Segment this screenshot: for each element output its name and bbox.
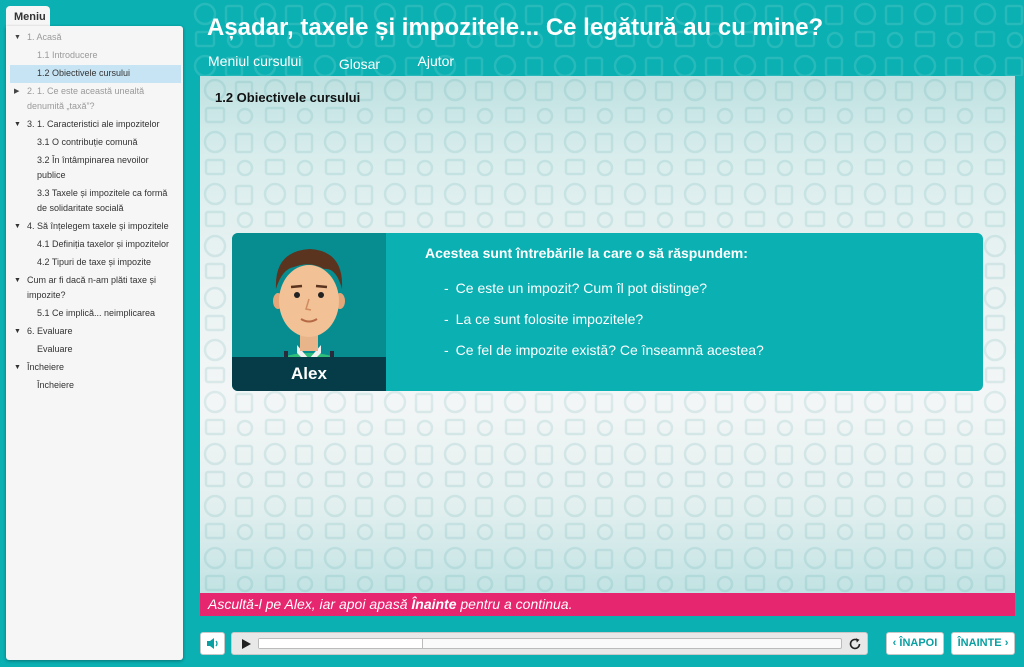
menu-label: 3. 1. Caracteristici ale impozitelor [27, 119, 160, 129]
menu-label: 5.1 Ce implică... neimplicarea [37, 308, 156, 318]
menu-label: 3.2 În întâmpinarea nevoilor publice [37, 155, 149, 180]
menu-label: 2. 1. Ce este această unealtă denumită „… [27, 86, 145, 111]
question-text: Ce fel de impozite există? Ce înseamnă a… [455, 342, 764, 358]
menu-label: Încheiere [27, 362, 65, 372]
caret-right-icon[interactable]: ▶ [14, 84, 19, 99]
menu-item[interactable]: 3.3 Taxele și impozitele ca formă de sol… [6, 185, 183, 218]
menu-tab[interactable]: Meniu [6, 6, 50, 27]
next-label: ÎNAINTE [957, 637, 1002, 649]
menu-section[interactable]: ▼ 6. Evaluare [6, 323, 183, 341]
menu-label: Evaluare [37, 344, 73, 354]
nav-help[interactable]: Ajutor [418, 53, 455, 69]
chevron-right-icon: › [1004, 637, 1009, 649]
caret-down-icon[interactable]: ▼ [14, 219, 21, 234]
menu-section[interactable]: ▼ 1. Acasă [6, 29, 183, 47]
menu-section[interactable]: ▼ Încheiere [6, 359, 183, 377]
next-button[interactable]: ÎNAINTE › [951, 632, 1015, 655]
question-item: - La ce sunt folosite impozitele? [444, 304, 764, 335]
back-button[interactable]: ‹ ÎNAPOI [886, 632, 944, 655]
replay-icon[interactable] [848, 637, 862, 651]
caret-down-icon[interactable]: ▼ [14, 360, 21, 375]
menu-label: 3.1 O contribuție comună [37, 137, 138, 147]
play-icon[interactable] [240, 638, 252, 650]
card-heading: Acestea sunt întrebările la care o să ră… [425, 245, 748, 261]
banner-text-start: Ascultă-l pe Alex, iar apoi apasă [208, 596, 412, 612]
course-menu-panel: ▼ 1. Acasă 1.1 Introducere 1.2 Obiectivele … [6, 26, 183, 660]
menu-label: 3.3 Taxele și impozitele ca formă de sol… [37, 188, 168, 213]
menu-label: 4.1 Definiția taxelor și impozitelor [37, 239, 170, 249]
menu-item[interactable]: 4.2 Tipuri de taxe și impozite [6, 254, 183, 272]
menu-item[interactable]: 5.1 Ce implică... neimplicarea [6, 305, 183, 323]
menu-item[interactable]: 3.2 În întâmpinarea nevoilor publice [6, 152, 183, 185]
menu-item[interactable]: 1.1 Introducere [6, 47, 183, 65]
bullet-dash: - [444, 280, 449, 296]
menu-item[interactable]: 3.1 O contribuție comună [6, 134, 183, 152]
character-name: Alex [232, 357, 386, 391]
menu-item[interactable]: 1.2 Obiectivele cursului [10, 65, 181, 83]
caret-down-icon[interactable]: ▼ [14, 324, 21, 339]
menu-section[interactable]: ▼ 4. Să înțelegem taxele și impozitele [6, 218, 183, 236]
menu-label: 1. Acasă [27, 32, 62, 42]
menu-label: 6. Evaluare [27, 326, 73, 336]
seekbar[interactable] [258, 638, 842, 649]
instruction-banner: Ascultă-l pe Alex, iar apoi apasă Înaint… [200, 593, 1015, 616]
slide-area: 1.2 Obiectivele cursului Alex Acestea su… [200, 76, 1015, 616]
menu-section[interactable]: ▼ 3. 1. Caracteristici ale impozitelor [6, 116, 183, 134]
menu-label: 1.2 Obiectivele cursului [37, 68, 131, 78]
nav-course-menu[interactable]: Meniul cursului [208, 53, 301, 69]
question-text: La ce sunt folosite impozitele? [455, 311, 644, 327]
nav-glossary[interactable]: Glosar [339, 56, 380, 72]
course-header: Așadar, taxele și impozitele... Ce legăt… [190, 0, 1024, 76]
bullet-dash: - [444, 311, 449, 327]
back-label: ÎNAPOI [899, 637, 938, 649]
caret-down-icon[interactable]: ▼ [14, 273, 21, 288]
question-text: Ce este un impozit? Cum îl pot distinge? [455, 280, 708, 296]
menu-label: 1.1 Introducere [37, 50, 98, 60]
seekbar-progress [259, 639, 423, 648]
course-title: Așadar, taxele și impozitele... Ce legăt… [207, 14, 824, 41]
course-menu-list: ▼ 1. Acasă 1.1 Introducere 1.2 Obiectivele … [6, 26, 183, 395]
caret-down-icon[interactable]: ▼ [14, 117, 21, 132]
objectives-card: Alex Acestea sunt întrebările la care o … [232, 233, 983, 391]
banner-text-end: pentru a continua. [456, 596, 573, 612]
menu-item[interactable]: Încheiere [6, 377, 183, 395]
menu-item[interactable]: 4.1 Definiția taxelor și impozitelor [6, 236, 183, 254]
slide-title: 1.2 Obiectivele cursului [215, 90, 361, 105]
menu-label: 4. Să înțelegem taxele și impozitele [27, 221, 169, 231]
banner-text-bold: Înainte [411, 596, 457, 612]
chevron-left-icon: ‹ [892, 637, 897, 649]
question-item: - Ce este un impozit? Cum îl pot distinge… [444, 273, 764, 304]
menu-label: Încheiere [37, 380, 75, 390]
menu-label: 4.2 Tipuri de taxe și impozite [37, 257, 152, 267]
menu-section[interactable]: ▶ 2. 1. Ce este această unealtă denumită … [6, 83, 183, 116]
seekbar-panel [231, 632, 868, 655]
character-panel: Alex [232, 233, 386, 391]
speaker-icon [207, 638, 218, 649]
menu-label: Cum ar fi dacă n-am plăti taxe și impozi… [27, 275, 157, 300]
top-nav: Meniul cursului Glosar Ajutor [208, 53, 487, 72]
questions-list: - Ce este un impozit? Cum îl pot distinge… [444, 273, 764, 366]
menu-section[interactable]: ▼ Cum ar fi dacă n-am plăti taxe și impoz… [6, 272, 183, 305]
caret-down-icon[interactable]: ▼ [14, 30, 21, 45]
volume-button[interactable] [200, 632, 225, 655]
bullet-dash: - [444, 342, 449, 358]
question-item: - Ce fel de impozite există? Ce înseamnă … [444, 335, 764, 366]
menu-item[interactable]: Evaluare [6, 341, 183, 359]
